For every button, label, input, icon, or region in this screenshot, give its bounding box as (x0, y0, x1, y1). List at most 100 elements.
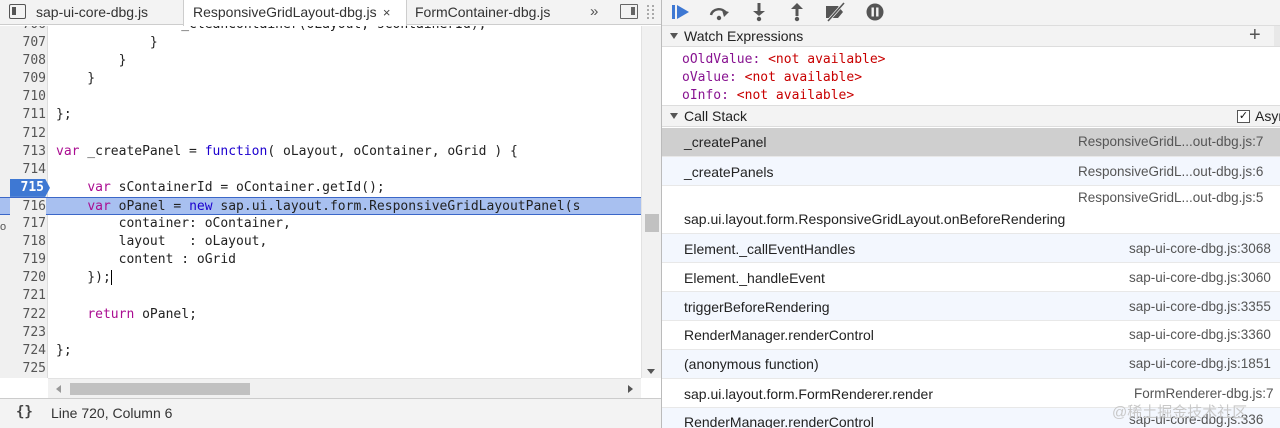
line-number[interactable]: 725 (10, 360, 46, 378)
code-line: 711}; (0, 106, 641, 124)
frame-location-link[interactable]: sap-ui-core-dbg.js:3068 (1129, 241, 1271, 256)
line-number[interactable]: 719 (10, 251, 46, 269)
more-tabs-icon[interactable]: » (590, 0, 598, 25)
call-frame[interactable]: _createPanels ResponsiveGridL...out-dbg.j… (662, 157, 1280, 186)
step-out-icon[interactable] (786, 2, 808, 22)
toggle-debugger-sidebar-icon[interactable] (620, 4, 638, 19)
code-text: } (56, 52, 127, 70)
execution-line: 716 var oPanel = new sap.ui.layout.form.… (0, 196, 641, 216)
line-number[interactable]: 716 (10, 197, 46, 216)
line-number[interactable]: 712 (10, 125, 46, 143)
tab-sap-ui-core[interactable]: sap-ui-core-dbg.js (36, 0, 148, 25)
code-segment: }); (56, 270, 111, 286)
frame-function-name: sap.ui.layout.form.FormRenderer.render (684, 386, 933, 402)
tab-form-container[interactable]: FormContainer-dbg.js (415, 0, 550, 25)
line-number[interactable]: 707 (10, 34, 46, 52)
toggle-navigator-icon[interactable] (9, 4, 26, 19)
frame-location-link[interactable]: ResponsiveGridL...out-dbg.js:6 (1078, 164, 1263, 179)
code-text: var sContainerId = oContainer.getId(); (56, 179, 384, 197)
async-label: Async (1255, 108, 1280, 124)
tab-label: sap-ui-core-dbg.js (36, 4, 149, 20)
collapse-triangle-icon[interactable] (670, 33, 678, 39)
pause-on-exceptions-icon[interactable] (864, 2, 886, 22)
frame-location-link[interactable]: ResponsiveGridL...out-dbg.js:7 (1078, 134, 1263, 149)
keyword: return (87, 306, 135, 322)
line-number[interactable]: 718 (10, 233, 46, 251)
code-text: var oPanel = new sap.ui.layout.form.Resp… (56, 198, 580, 216)
scroll-down-icon[interactable] (647, 369, 655, 374)
line-number[interactable]: 709 (10, 70, 46, 88)
code-line: 715 var sContainerId = oContainer.getId(… (0, 178, 641, 197)
line-number[interactable]: 706 (10, 26, 46, 34)
call-frame[interactable]: RenderManager.renderControl sap-ui-core-d… (662, 321, 1280, 350)
code-text: }; (56, 106, 72, 124)
frame-location-link[interactable]: sap-ui-core-dbg.js:3360 (1129, 327, 1271, 342)
watch-name: oValue (682, 70, 729, 85)
watch-separator: : (721, 88, 737, 103)
line-number[interactable]: 720 (10, 269, 46, 287)
code-text: container: oContainer, (56, 215, 291, 233)
code-line: 707 } (0, 34, 641, 52)
line-number[interactable]: 723 (10, 324, 46, 342)
async-checkbox[interactable]: ✓ (1237, 110, 1250, 123)
breakpoint-marker[interactable]: 715 (10, 178, 50, 197)
code-segment: layout : oLayout, (56, 234, 268, 250)
scrollbar-thumb[interactable] (645, 214, 659, 232)
watch-expression[interactable]: oOldValue: <not available> (682, 52, 886, 67)
step-over-icon[interactable] (708, 2, 730, 22)
deactivate-breakpoints-icon[interactable] (824, 2, 846, 22)
horizontal-scrollbar[interactable] (48, 378, 641, 398)
code-line: 719 content : oGrid (0, 251, 641, 269)
tab-responsive-grid-layout[interactable]: ResponsiveGridLayout-dbg.js × (183, 0, 407, 26)
code-segment: sap.ui.layout.form.ResponsiveGridLayoutP… (212, 198, 581, 214)
add-watch-icon[interactable]: + (1249, 24, 1261, 47)
line-number[interactable]: 714 (10, 161, 46, 179)
call-frame[interactable]: (anonymous function) sap-ui-core-dbg.js:1… (662, 350, 1280, 379)
line-number[interactable]: 710 (10, 88, 46, 106)
call-frame[interactable]: Element._callEventHandles sap-ui-core-dbg… (662, 234, 1280, 263)
pretty-print-icon[interactable]: {} (16, 404, 33, 420)
line-number[interactable]: 717 (10, 215, 46, 233)
scroll-left-icon[interactable] (56, 385, 61, 393)
code-segment: _createPanel = (79, 143, 205, 159)
code-line: 718 layout : oLayout, (0, 233, 641, 251)
code-segment: oPanel = (110, 198, 190, 214)
call-frame[interactable]: Element._handleEvent sap-ui-core-dbg.js:3… (662, 263, 1280, 292)
code-editor[interactable]: o 706 _cleanContainer(oLayout, sContaine… (0, 26, 641, 378)
close-tab-icon[interactable]: × (381, 0, 393, 25)
frame-location-link[interactable]: sap-ui-core-dbg.js:3355 (1129, 299, 1271, 314)
collapse-triangle-icon[interactable] (670, 113, 678, 119)
watch-expression[interactable]: oInfo: <not available> (682, 88, 854, 103)
vertical-scrollbar[interactable] (641, 26, 661, 378)
tab-label: FormContainer-dbg.js (415, 4, 551, 20)
watch-expression[interactable]: oValue: <not available> (682, 70, 862, 85)
step-into-icon[interactable] (748, 2, 770, 22)
resume-icon[interactable] (670, 2, 692, 22)
call-frame-selected[interactable]: _createPanel ResponsiveGridL...out-dbg.js… (662, 128, 1280, 157)
code-lines: 706 _cleanContainer(oLayout, sContainerI… (0, 26, 641, 378)
frame-function-name: (anonymous function) (684, 356, 819, 372)
code-text: _cleanContainer(oLayout, sContainerId); (56, 26, 486, 34)
code-segment: content : oGrid (56, 252, 237, 268)
scroll-right-icon[interactable] (628, 385, 633, 393)
line-number[interactable]: 722 (10, 306, 46, 324)
frame-location-link[interactable]: sap-ui-core-dbg.js:1851 (1129, 356, 1271, 371)
line-number[interactable]: 711 (10, 106, 46, 124)
call-stack-header[interactable]: Call Stack ✓ Async (662, 105, 1280, 127)
line-number[interactable]: 708 (10, 52, 46, 70)
call-stack-list: _createPanel ResponsiveGridL...out-dbg.js… (662, 128, 1280, 428)
frame-location-link[interactable]: sap-ui-core-dbg.js:3060 (1129, 270, 1271, 285)
watch-expressions-header[interactable]: Watch Expressions + (662, 24, 1280, 47)
line-number[interactable]: 713 (10, 143, 46, 161)
scrollbar-thumb[interactable] (70, 383, 250, 395)
code-line: 708 } (0, 52, 641, 70)
frame-location-link[interactable]: FormRenderer-dbg.js:7 (1134, 386, 1274, 401)
call-frame[interactable]: triggerBeforeRendering sap-ui-core-dbg.js… (662, 292, 1280, 321)
code-text: }); (56, 269, 112, 287)
frame-location-link[interactable]: ResponsiveGridL...out-dbg.js:5 (1078, 190, 1263, 205)
call-frame[interactable]: sap.ui.layout.form.ResponsiveGridLayout.… (662, 186, 1280, 234)
line-number[interactable]: 724 (10, 342, 46, 360)
line-number[interactable]: 721 (10, 287, 46, 305)
drag-handle-icon[interactable] (647, 5, 654, 19)
keyword: var (87, 198, 111, 214)
